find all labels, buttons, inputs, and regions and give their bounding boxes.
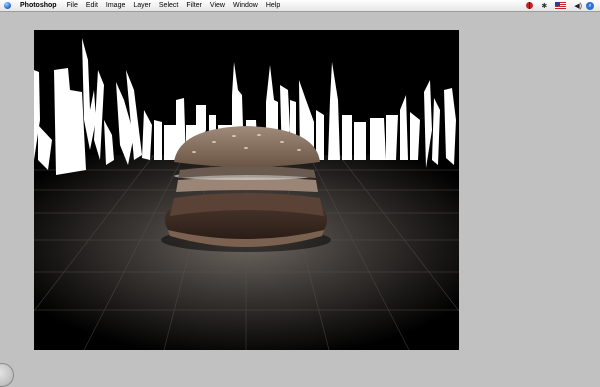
menu-select[interactable]: Select	[155, 0, 182, 11]
menubar: Photoshop File Edit Image Layer Select F…	[0, 0, 600, 12]
ladybug-icon[interactable]	[526, 0, 534, 11]
burger	[161, 126, 331, 252]
menu-layer[interactable]: Layer	[129, 0, 155, 11]
menu-extras: ✱ ◀) ⌕	[522, 0, 600, 11]
volume-icon[interactable]: ◀)	[574, 0, 582, 11]
menu-photoshop[interactable]: Photoshop	[16, 0, 63, 11]
menu-filter[interactable]: Filter	[182, 0, 206, 11]
document-canvas[interactable]	[34, 30, 459, 350]
menu-edit[interactable]: Edit	[82, 0, 102, 11]
us-flag-icon[interactable]	[555, 0, 567, 11]
menu-window[interactable]: Window	[229, 0, 262, 11]
spotlight-icon[interactable]: ⌕	[586, 1, 594, 10]
bluetooth-icon[interactable]: ✱	[541, 0, 547, 11]
menu-help[interactable]: Help	[262, 0, 284, 11]
apple-icon	[4, 2, 11, 9]
burger-skyline-image	[34, 38, 459, 350]
apple-menu[interactable]	[3, 0, 12, 11]
menu-image[interactable]: Image	[102, 0, 129, 11]
menu-file[interactable]: File	[63, 0, 82, 11]
dock-edge	[0, 363, 14, 387]
menu-view[interactable]: View	[206, 0, 229, 11]
